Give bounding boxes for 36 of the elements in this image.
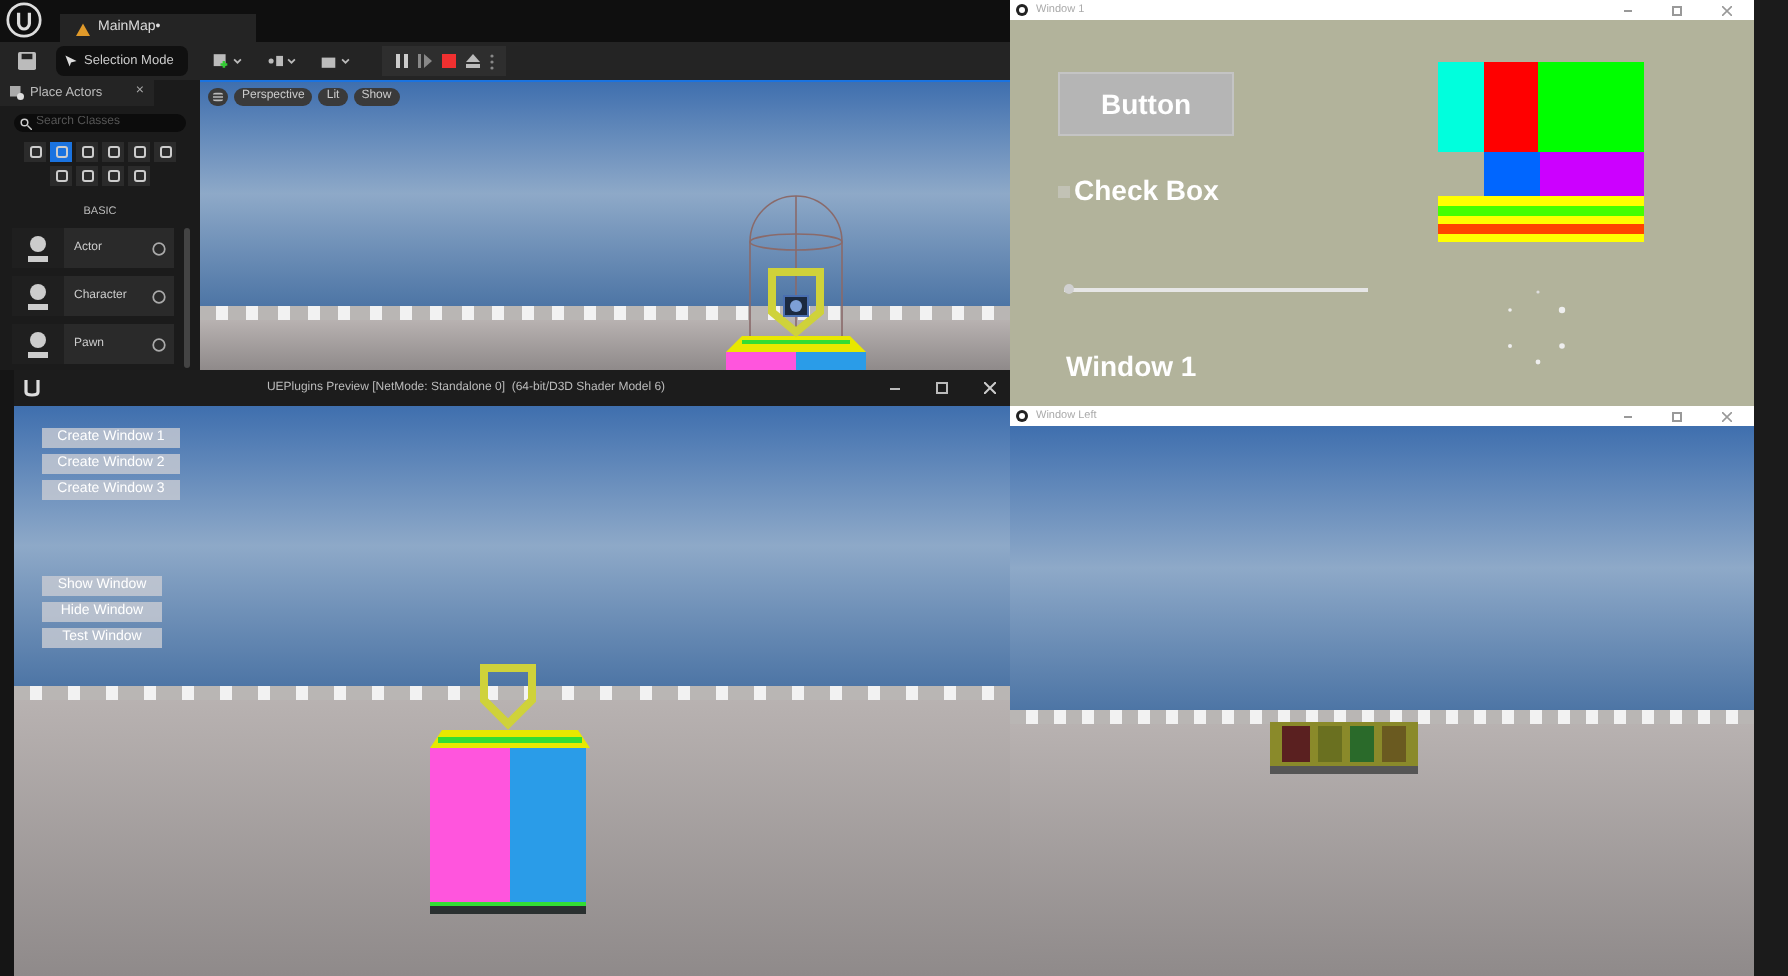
category-tab[interactable] [76, 142, 98, 162]
close-icon[interactable] [984, 382, 996, 394]
engine-logo-icon [22, 378, 42, 398]
figure-icon [26, 282, 50, 311]
checkbox-label: Check Box [1074, 172, 1219, 210]
category-tab[interactable] [24, 142, 46, 162]
category-icon [29, 146, 41, 158]
level-icon [76, 21, 90, 35]
search-icon [20, 117, 32, 129]
step-icon[interactable] [417, 54, 431, 68]
category-icon [159, 146, 171, 158]
category-tab[interactable] [102, 166, 124, 186]
checkbox[interactable] [1058, 185, 1070, 197]
minimize-button[interactable] [890, 387, 900, 389]
eject-icon[interactable] [465, 54, 479, 68]
category-tab[interactable] [128, 142, 150, 162]
help-icon[interactable] [152, 241, 166, 256]
add-actor-icon[interactable] [212, 52, 246, 70]
figure-icon [26, 330, 50, 359]
category-tab[interactable] [102, 142, 124, 162]
maximize-button[interactable] [936, 382, 948, 394]
category-tab[interactable] [154, 142, 176, 162]
engine-logo-icon [6, 2, 42, 38]
category-tab[interactable] [76, 166, 98, 186]
slider-thumb[interactable] [1064, 284, 1074, 294]
stop-icon[interactable] [441, 54, 455, 68]
scrollbar[interactable] [184, 228, 190, 369]
pause-icon[interactable] [395, 54, 407, 68]
figure-icon [26, 234, 50, 263]
help-icon[interactable] [152, 337, 166, 352]
category-tab[interactable] [50, 166, 72, 186]
save-icon[interactable] [18, 52, 36, 70]
category-tab[interactable] [128, 166, 150, 186]
cursor-icon [64, 54, 78, 68]
heading: Window 1 [1066, 348, 1199, 386]
help-icon[interactable] [152, 289, 166, 304]
